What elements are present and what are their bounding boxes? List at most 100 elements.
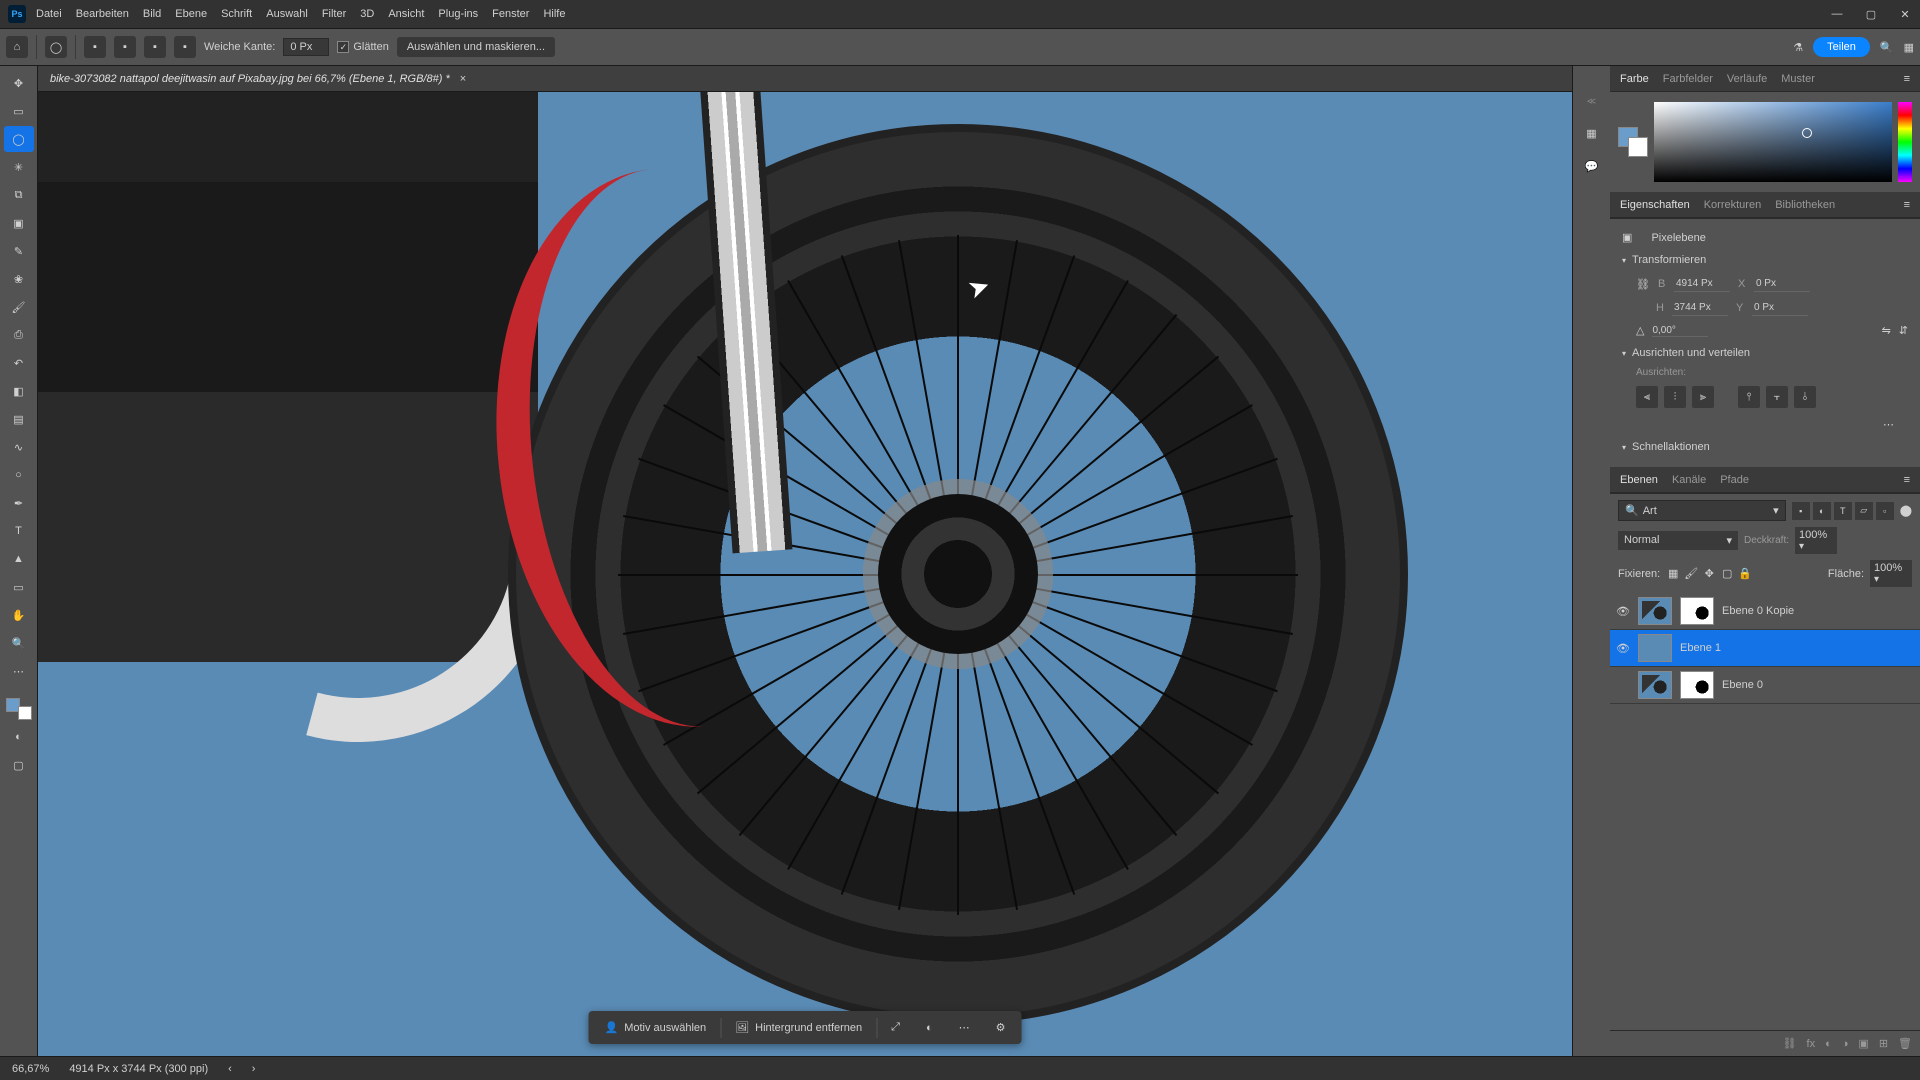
tab-layers[interactable]: Ebenen (1620, 474, 1658, 486)
type-tool-icon[interactable]: T (4, 518, 34, 544)
selection-subtract-icon[interactable]: ▪ (144, 36, 166, 58)
y-input[interactable] (1752, 300, 1808, 316)
filter-shape-icon[interactable]: ▱ (1855, 502, 1873, 520)
width-input[interactable] (1674, 276, 1730, 292)
fg-bg-swatch[interactable] (1618, 127, 1648, 157)
blend-mode-dropdown[interactable]: Normal▾ (1618, 531, 1738, 550)
maximize-button[interactable]: ▢ (1864, 8, 1878, 21)
chevron-right-icon[interactable]: › (252, 1063, 256, 1075)
visibility-toggle-icon[interactable]: 👁 (1616, 642, 1630, 655)
align-hcenter-icon[interactable]: ⫶ (1664, 386, 1686, 408)
search-icon[interactable]: 🔍 (1880, 41, 1894, 54)
transform-icon[interactable]: ⤢ (879, 1015, 912, 1040)
gradient-tool-icon[interactable]: ▤ (4, 406, 34, 432)
hand-tool-icon[interactable]: ✋ (4, 602, 34, 628)
tab-patterns[interactable]: Muster (1781, 73, 1815, 85)
tab-adjustments[interactable]: Korrekturen (1704, 199, 1761, 211)
lasso-tool-icon[interactable]: ◯ (4, 126, 34, 152)
blur-tool-icon[interactable]: ∿ (4, 434, 34, 460)
layer-thumbnail[interactable] (1638, 671, 1672, 699)
align-top-icon[interactable]: ⫯ (1738, 386, 1760, 408)
menu-plugins[interactable]: Plug-ins (438, 8, 478, 20)
align-left-icon[interactable]: ⫷ (1636, 386, 1658, 408)
layer-mask-icon[interactable]: ◐ (1825, 1038, 1832, 1050)
selection-intersect-icon[interactable]: ▪ (174, 36, 196, 58)
quick-actions-toggle[interactable]: Schnellaktionen (1622, 435, 1908, 459)
clone-stamp-tool-icon[interactable]: ⎙ (4, 322, 34, 348)
tab-paths[interactable]: Pfade (1720, 474, 1749, 486)
filter-smart-icon[interactable]: ▫ (1876, 502, 1894, 520)
pen-tool-icon[interactable]: ✒ (4, 490, 34, 516)
layer-thumbnail[interactable] (1638, 634, 1672, 662)
quick-mask-icon[interactable]: ◐ (4, 724, 34, 750)
path-select-tool-icon[interactable]: ▲ (4, 546, 34, 572)
remove-background-button[interactable]: 🖼Hintergrund entfernen (723, 1015, 874, 1040)
frame-tool-icon[interactable]: ▣ (4, 210, 34, 236)
panel-menu-icon[interactable]: ≡ (1904, 73, 1910, 85)
lock-artboard-icon[interactable]: ▢ (1720, 567, 1734, 581)
tab-gradients[interactable]: Verläufe (1727, 73, 1767, 85)
fill-input[interactable]: 100% ▾ (1870, 560, 1912, 587)
more-options-icon[interactable]: ⋯ (1622, 414, 1908, 435)
link-layers-icon[interactable]: ⛓ (1783, 1037, 1797, 1050)
align-right-icon[interactable]: ⫸ (1692, 386, 1714, 408)
shape-tool-icon[interactable]: ▭ (4, 574, 34, 600)
layer-name-label[interactable]: Ebene 0 (1722, 679, 1763, 691)
menu-layer[interactable]: Ebene (175, 8, 207, 20)
layer-name-label[interactable]: Ebene 0 Kopie (1722, 605, 1794, 617)
home-icon[interactable]: ⌂ (6, 36, 28, 58)
align-section-toggle[interactable]: Ausrichten und verteilen (1622, 341, 1908, 365)
quick-select-tool-icon[interactable]: ✳ (4, 154, 34, 180)
panel-menu-icon[interactable]: ≡ (1904, 199, 1910, 211)
menu-window[interactable]: Fenster (492, 8, 529, 20)
crop-tool-icon[interactable]: ⧉ (4, 182, 34, 208)
lock-transparency-icon[interactable]: ▦ (1666, 567, 1680, 581)
adjustments-icon[interactable]: ◐ (914, 1016, 945, 1040)
color-field[interactable] (1654, 102, 1892, 182)
height-input[interactable] (1672, 300, 1728, 316)
group-icon[interactable]: ▣ (1858, 1037, 1868, 1050)
filter-type-icon[interactable]: T (1834, 502, 1852, 520)
color-swap-icon[interactable] (4, 696, 34, 722)
layer-mask-thumbnail[interactable] (1680, 671, 1714, 699)
chevron-left-icon[interactable]: ‹ (228, 1063, 232, 1075)
delete-layer-icon[interactable]: 🗑 (1898, 1037, 1912, 1050)
menu-edit[interactable]: Bearbeiten (76, 8, 129, 20)
adjustment-layer-icon[interactable]: ◑ (1842, 1038, 1849, 1050)
tab-channels[interactable]: Kanäle (1672, 474, 1706, 486)
filter-toggle-icon[interactable]: ⬤ (1900, 504, 1912, 517)
move-tool-icon[interactable]: ✥ (4, 70, 34, 96)
canvas[interactable]: ➤ 👤Motiv auswählen 🖼Hintergrund entferne… (38, 92, 1572, 1056)
visibility-toggle-icon[interactable]: 👁 (1616, 605, 1630, 618)
beaker-icon[interactable]: ⚗ (1793, 41, 1803, 54)
menu-select[interactable]: Auswahl (266, 8, 308, 20)
panel-menu-icon[interactable]: ≡ (1904, 474, 1910, 486)
lasso-tool-icon[interactable]: ◯ (45, 36, 67, 58)
doc-dimensions[interactable]: 4914 Px x 3744 Px (300 ppi) (69, 1063, 208, 1075)
menu-help[interactable]: Hilfe (543, 8, 565, 20)
select-subject-button[interactable]: 👤Motiv auswählen (593, 1015, 719, 1040)
minimize-button[interactable]: — (1830, 8, 1844, 21)
share-button[interactable]: Teilen (1813, 37, 1870, 57)
selection-new-icon[interactable]: ▪ (84, 36, 106, 58)
zoom-tool-icon[interactable]: 🔍 (4, 630, 34, 656)
opacity-input[interactable]: 100% ▾ (1795, 527, 1837, 554)
angle-input[interactable] (1652, 325, 1708, 337)
feather-input[interactable] (283, 38, 329, 56)
menu-3d[interactable]: 3D (360, 8, 374, 20)
new-layer-icon[interactable]: ⊞ (1879, 1037, 1888, 1050)
screen-mode-icon[interactable]: ▢ (4, 752, 34, 778)
lock-all-icon[interactable]: 🔒 (1738, 567, 1752, 581)
eyedropper-tool-icon[interactable]: ✎ (4, 238, 34, 264)
layer-mask-thumbnail[interactable] (1680, 597, 1714, 625)
layer-name-label[interactable]: Ebene 1 (1680, 642, 1721, 654)
close-tab-icon[interactable]: × (460, 73, 466, 85)
antialias-checkbox[interactable]: Glätten (337, 41, 388, 53)
layer-item[interactable]: Ebene 0 (1610, 667, 1920, 704)
hue-slider[interactable] (1898, 102, 1912, 182)
link-icon[interactable]: ⛓ (1636, 278, 1650, 291)
eraser-tool-icon[interactable]: ◧ (4, 378, 34, 404)
tab-libraries[interactable]: Bibliotheken (1775, 199, 1835, 211)
tab-color[interactable]: Farbe (1620, 73, 1649, 85)
more-icon[interactable]: ⋯ (947, 1015, 982, 1040)
